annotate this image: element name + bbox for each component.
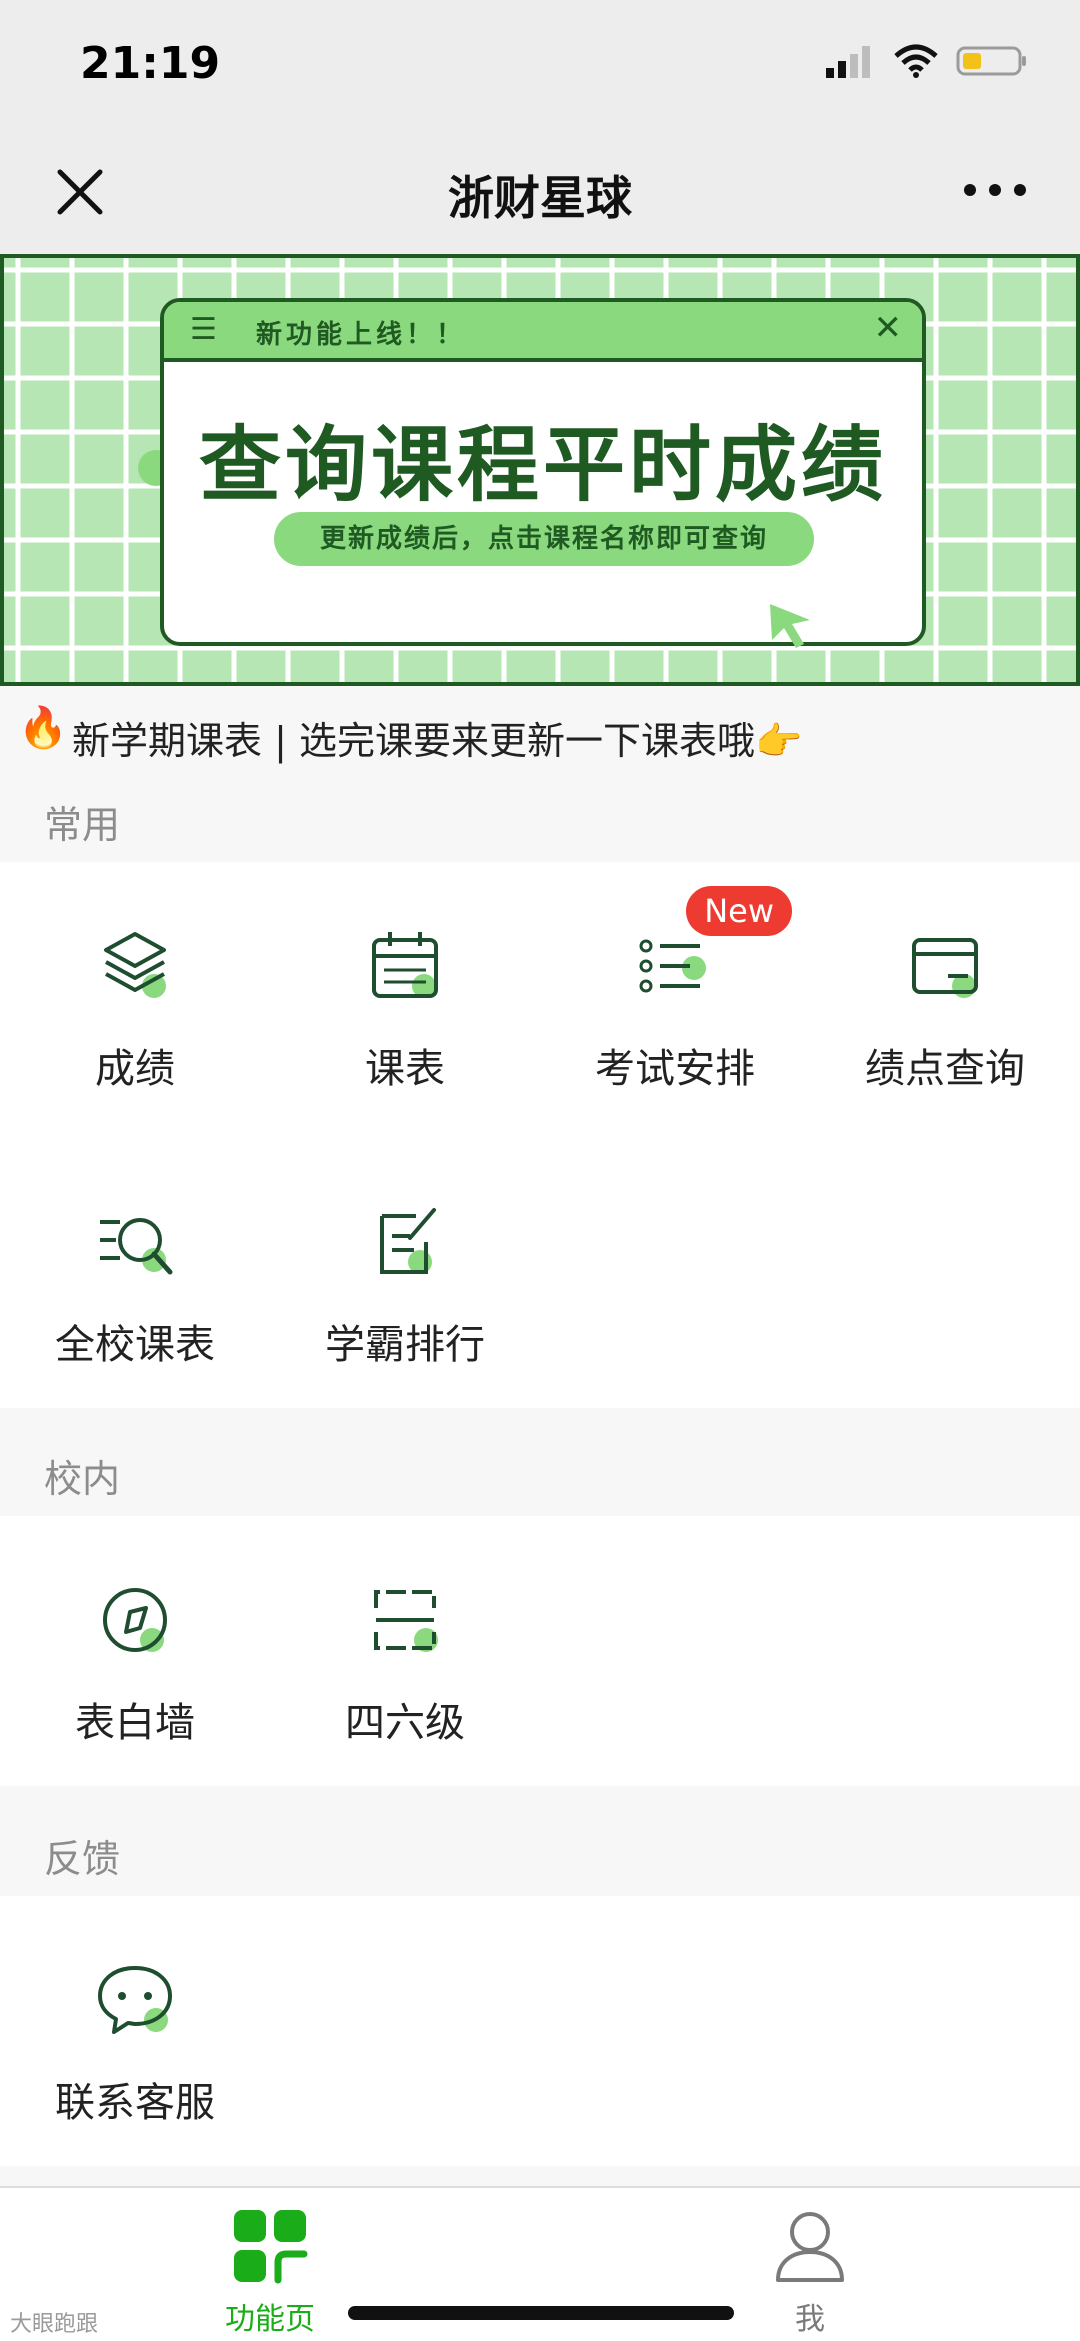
cursor-arrow-icon (770, 604, 810, 648)
feature-banner[interactable]: ☰ 新功能上线！！ ✕ 查询课程平时成绩 更新成绩后，点击课程名称即可查询 (0, 254, 1080, 686)
watermark-text: 大眼跑跟 (10, 2312, 99, 2337)
tile-confession-wall[interactable]: 表白墙 (0, 1576, 270, 1748)
menu-icon: ☰ (190, 312, 217, 347)
tile-timetable[interactable]: 课表 (270, 922, 540, 1094)
banner-title: 查询课程平时成绩 (198, 418, 887, 513)
tile-label: 绩点查询 (865, 1046, 1025, 1092)
calendar-icon (360, 922, 450, 1012)
list-icon: New (630, 886, 792, 1012)
signal-icon (826, 46, 870, 78)
fire-icon: 🔥 (18, 705, 68, 751)
tile-cet[interactable]: 四六级 (270, 1576, 540, 1748)
notice-text: 新学期课表 | 选完课要来更新一下课表哦👉 (72, 719, 803, 763)
common-panel: 成绩 课表 New 考试安排 绩点查询 全校课表 学霸排行 (0, 862, 1080, 1408)
card-icon (900, 922, 990, 1012)
banner-close-icon: ✕ (873, 308, 903, 348)
wifi-icon (894, 44, 938, 78)
tile-label: 四六级 (345, 1700, 465, 1746)
section-title-common: 常用 (44, 803, 121, 847)
section-title-campus: 校内 (44, 1457, 121, 1501)
home-indicator (348, 2306, 734, 2320)
person-icon (776, 2212, 844, 2282)
status-bar: 21:19 (0, 0, 1080, 132)
tile-ranking[interactable]: 学霸排行 (270, 1198, 540, 1370)
banner-card-header: ☰ 新功能上线！！ ✕ (164, 302, 922, 362)
tile-label: 课表 (365, 1046, 445, 1092)
tile-label: 联系客服 (55, 2080, 215, 2126)
tile-label: 学霸排行 (325, 1322, 485, 1368)
feedback-panel: 联系客服 (0, 1896, 1080, 2166)
tile-label: 全校课表 (55, 1322, 215, 1368)
tab-me-label: 我 (795, 2302, 825, 2337)
grid-home-icon (234, 2210, 308, 2284)
tile-label: 表白墙 (75, 1700, 195, 1746)
tab-home[interactable]: 功能页 (180, 2206, 360, 2338)
page-title: 浙财星球 (448, 171, 632, 225)
compass-icon (90, 1576, 180, 1666)
notice-bar[interactable]: 🔥 新学期课表 | 选完课要来更新一下课表哦👉 (0, 686, 1080, 782)
banner-card: ☰ 新功能上线！！ ✕ 查询课程平时成绩 更新成绩后，点击课程名称即可查询 (160, 298, 926, 646)
status-icons (824, 44, 1028, 78)
tile-grades[interactable]: 成绩 (0, 922, 270, 1094)
campus-panel: 表白墙 四六级 (0, 1516, 1080, 1786)
tile-customer-service[interactable]: 联系客服 (0, 1956, 270, 2128)
stack-icon (90, 922, 180, 1012)
tile-gpa[interactable]: 绩点查询 (810, 922, 1080, 1094)
new-badge: New (686, 886, 792, 936)
banner-tag: 新功能上线！！ (256, 320, 467, 350)
search-list-icon (90, 1198, 180, 1288)
tab-home-label: 功能页 (225, 2302, 315, 2337)
scan-icon (360, 1576, 450, 1666)
tile-exam-schedule[interactable]: New 考试安排 (540, 886, 810, 1094)
more-icon[interactable] (960, 170, 1030, 210)
battery-icon (956, 46, 1026, 76)
status-time: 21:19 (80, 38, 221, 89)
tile-label: 考试安排 (595, 1046, 755, 1092)
tile-label: 成绩 (95, 1046, 175, 1092)
tile-school-timetable[interactable]: 全校课表 (0, 1198, 270, 1370)
tab-me[interactable]: 我 (720, 2206, 900, 2338)
banner-subtitle: 更新成绩后，点击课程名称即可查询 (274, 512, 814, 566)
edit-note-icon (360, 1198, 450, 1288)
navigation-bar: 浙财星球 (0, 132, 1080, 257)
section-title-feedback: 反馈 (44, 1837, 121, 1881)
chat-icon (90, 1956, 180, 2046)
